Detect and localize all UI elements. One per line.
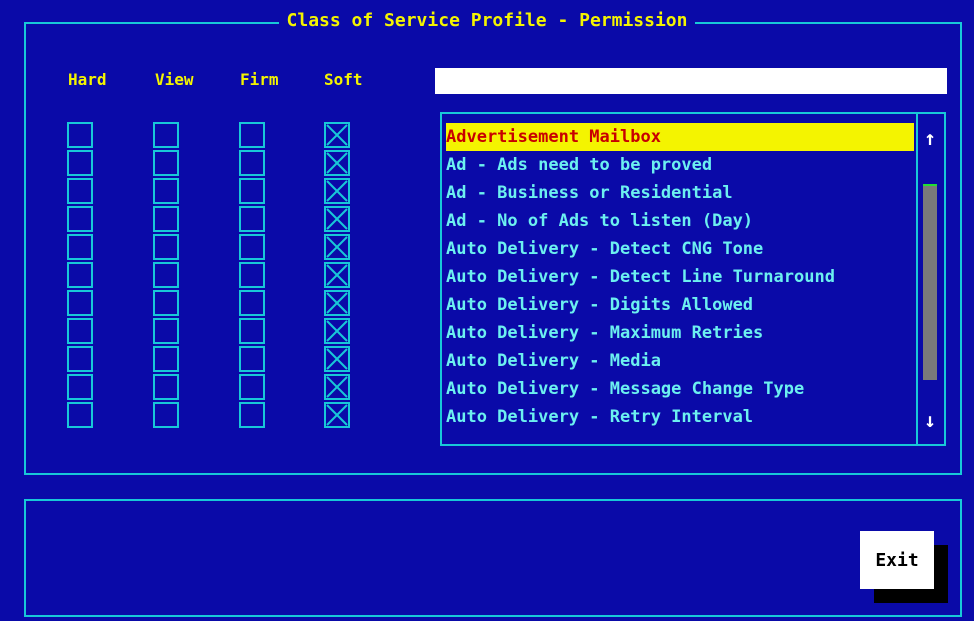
checkbox-view-5[interactable] xyxy=(153,262,179,288)
button-frame xyxy=(24,499,962,617)
check-x-icon xyxy=(326,124,348,146)
checkbox-soft-0[interactable] xyxy=(324,122,350,148)
checkbox-soft-4[interactable] xyxy=(324,234,350,260)
checkbox-hard-8[interactable] xyxy=(67,346,93,372)
checkbox-column-soft xyxy=(324,122,350,430)
checkbox-firm-5[interactable] xyxy=(239,262,265,288)
checkbox-soft-2[interactable] xyxy=(324,178,350,204)
checkbox-hard-10[interactable] xyxy=(67,402,93,428)
checkbox-view-1[interactable] xyxy=(153,150,179,176)
checkbox-column-hard xyxy=(67,122,93,430)
checkbox-firm-8[interactable] xyxy=(239,346,265,372)
checkbox-firm-0[interactable] xyxy=(239,122,265,148)
checkbox-view-0[interactable] xyxy=(153,122,179,148)
scroll-down-button[interactable]: ↓ xyxy=(918,400,942,440)
checkbox-firm-2[interactable] xyxy=(239,178,265,204)
check-x-icon xyxy=(326,292,348,314)
checkbox-view-3[interactable] xyxy=(153,206,179,232)
list-item[interactable]: Auto Delivery - Detect CNG Tone xyxy=(446,235,914,263)
scroll-thumb[interactable] xyxy=(923,184,937,380)
checkbox-view-7[interactable] xyxy=(153,318,179,344)
list-item[interactable]: Auto Delivery - Media xyxy=(446,347,914,375)
checkbox-firm-10[interactable] xyxy=(239,402,265,428)
checkbox-firm-6[interactable] xyxy=(239,290,265,316)
search-input[interactable] xyxy=(435,68,947,94)
checkbox-firm-1[interactable] xyxy=(239,150,265,176)
column-header-firm: Firm xyxy=(240,70,279,89)
check-x-icon xyxy=(326,264,348,286)
check-x-icon xyxy=(326,236,348,258)
list-item[interactable]: Auto Delivery - Detect Line Turnaround xyxy=(446,263,914,291)
check-x-icon xyxy=(326,320,348,342)
checkbox-firm-4[interactable] xyxy=(239,234,265,260)
checkbox-hard-7[interactable] xyxy=(67,318,93,344)
checkbox-hard-6[interactable] xyxy=(67,290,93,316)
checkbox-soft-3[interactable] xyxy=(324,206,350,232)
checkbox-view-6[interactable] xyxy=(153,290,179,316)
list-item[interactable]: Ad - Business or Residential xyxy=(446,179,914,207)
column-header-hard: Hard xyxy=(68,70,107,89)
checkbox-hard-9[interactable] xyxy=(67,374,93,400)
checkbox-soft-10[interactable] xyxy=(324,402,350,428)
list-item[interactable]: Auto Delivery - Retry Interval xyxy=(446,403,914,431)
checkbox-firm-7[interactable] xyxy=(239,318,265,344)
check-x-icon xyxy=(326,208,348,230)
list-item[interactable]: Auto Delivery - Message Change Type xyxy=(446,375,914,403)
list-item[interactable]: Advertisement Mailbox xyxy=(446,123,914,151)
checkbox-view-10[interactable] xyxy=(153,402,179,428)
checkbox-hard-3[interactable] xyxy=(67,206,93,232)
check-x-icon xyxy=(326,180,348,202)
list-item[interactable]: Ad - No of Ads to listen (Day) xyxy=(446,207,914,235)
screen: Class of Service Profile - Permission Ha… xyxy=(0,0,974,621)
window-title: Class of Service Profile - Permission xyxy=(0,9,974,33)
checkbox-column-firm xyxy=(239,122,265,430)
checkbox-view-9[interactable] xyxy=(153,374,179,400)
checkbox-column-view xyxy=(153,122,179,430)
column-header-soft: Soft xyxy=(324,70,363,89)
checkbox-hard-1[interactable] xyxy=(67,150,93,176)
exit-button[interactable]: Exit xyxy=(860,531,934,589)
checkbox-firm-9[interactable] xyxy=(239,374,265,400)
check-x-icon xyxy=(326,348,348,370)
checkbox-view-4[interactable] xyxy=(153,234,179,260)
column-header-view: View xyxy=(155,70,194,89)
checkbox-hard-2[interactable] xyxy=(67,178,93,204)
arrow-up-icon: ↑ xyxy=(923,126,937,150)
scroll-up-button[interactable]: ↑ xyxy=(918,118,942,158)
checkbox-hard-5[interactable] xyxy=(67,262,93,288)
checkbox-view-8[interactable] xyxy=(153,346,179,372)
permission-list: Advertisement Mailbox Ad - Ads need to be… xyxy=(446,123,914,431)
arrow-down-icon: ↓ xyxy=(923,408,937,432)
list-item[interactable]: Auto Delivery - Digits Allowed xyxy=(446,291,914,319)
checkbox-soft-9[interactable] xyxy=(324,374,350,400)
checkbox-soft-6[interactable] xyxy=(324,290,350,316)
window-title-text: Class of Service Profile - Permission xyxy=(278,10,696,31)
checkbox-view-2[interactable] xyxy=(153,178,179,204)
list-item[interactable]: Ad - Ads need to be proved xyxy=(446,151,914,179)
checkbox-hard-0[interactable] xyxy=(67,122,93,148)
checkbox-hard-4[interactable] xyxy=(67,234,93,260)
check-x-icon xyxy=(326,152,348,174)
checkbox-soft-7[interactable] xyxy=(324,318,350,344)
scrollbar[interactable]: ↑ ↓ xyxy=(916,114,942,444)
list-item[interactable]: Auto Delivery - Maximum Retries xyxy=(446,319,914,347)
check-x-icon xyxy=(326,404,348,426)
permission-listbox[interactable]: Advertisement Mailbox Ad - Ads need to be… xyxy=(440,112,946,446)
checkbox-firm-3[interactable] xyxy=(239,206,265,232)
checkbox-soft-1[interactable] xyxy=(324,150,350,176)
checkbox-soft-5[interactable] xyxy=(324,262,350,288)
check-x-icon xyxy=(326,376,348,398)
checkbox-soft-8[interactable] xyxy=(324,346,350,372)
